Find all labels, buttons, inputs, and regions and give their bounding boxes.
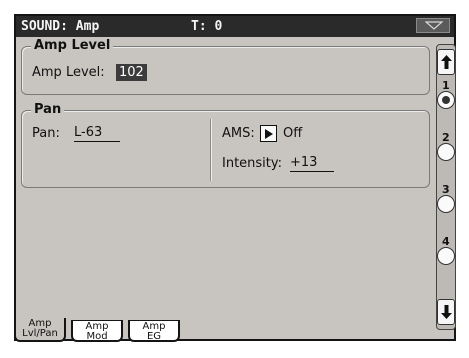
tab-amp-mod[interactable]: Amp Mod xyxy=(71,320,123,342)
play-triangle-icon xyxy=(265,129,273,139)
pan-divider xyxy=(210,119,211,181)
tab-amp-eg-line2: EG xyxy=(146,331,162,342)
title-bar: SOUND: Amp T: 0 xyxy=(16,16,454,37)
amp-level-value[interactable]: 102 xyxy=(116,64,147,81)
tab-amp-lvl-pan[interactable]: Amp Lvl/Pan xyxy=(14,318,66,342)
tab-amp-eg[interactable]: Amp EG xyxy=(128,320,180,342)
page-up-button[interactable] xyxy=(437,49,455,75)
pan-label: Pan: xyxy=(32,126,60,141)
page-2-radio[interactable] xyxy=(437,143,455,161)
page-down-button[interactable] xyxy=(437,299,455,325)
ams-label: AMS: xyxy=(222,126,255,141)
tab-amp-mod-line2: Mod xyxy=(86,331,108,342)
amp-level-legend: Amp Level xyxy=(31,38,114,53)
arrow-down-icon xyxy=(441,305,452,319)
arrow-up-icon xyxy=(441,55,452,69)
pan-panel: Pan Pan: L-63 AMS: Off Intensity: +13 xyxy=(21,102,430,188)
amp-level-label: Amp Level: xyxy=(32,65,105,80)
sound-amp-screen: SOUND: Amp T: 0 Amp Level Amp Level: 102… xyxy=(14,14,456,341)
pan-value[interactable]: L-63 xyxy=(74,125,120,142)
amp-level-panel: Amp Level Amp Level: 102 xyxy=(21,38,430,95)
page-1-radio[interactable] xyxy=(437,91,455,109)
page-selector: 1 2 3 4 xyxy=(436,44,456,330)
triangle-down-icon xyxy=(425,21,443,30)
pan-legend: Pan xyxy=(31,102,65,117)
ams-value[interactable]: Off xyxy=(283,126,302,141)
page-menu-button[interactable] xyxy=(416,18,450,33)
intensity-value[interactable]: +13 xyxy=(290,155,334,172)
page-title: SOUND: Amp xyxy=(21,19,100,34)
page-3-radio[interactable] xyxy=(437,195,455,213)
intensity-label: Intensity: xyxy=(222,156,283,171)
tempo-readout: T: 0 xyxy=(191,19,223,34)
tab-amp-lvl-pan-line2: Lvl/Pan xyxy=(22,328,58,339)
page-4-radio[interactable] xyxy=(437,247,455,265)
ams-select-button[interactable] xyxy=(260,125,277,142)
